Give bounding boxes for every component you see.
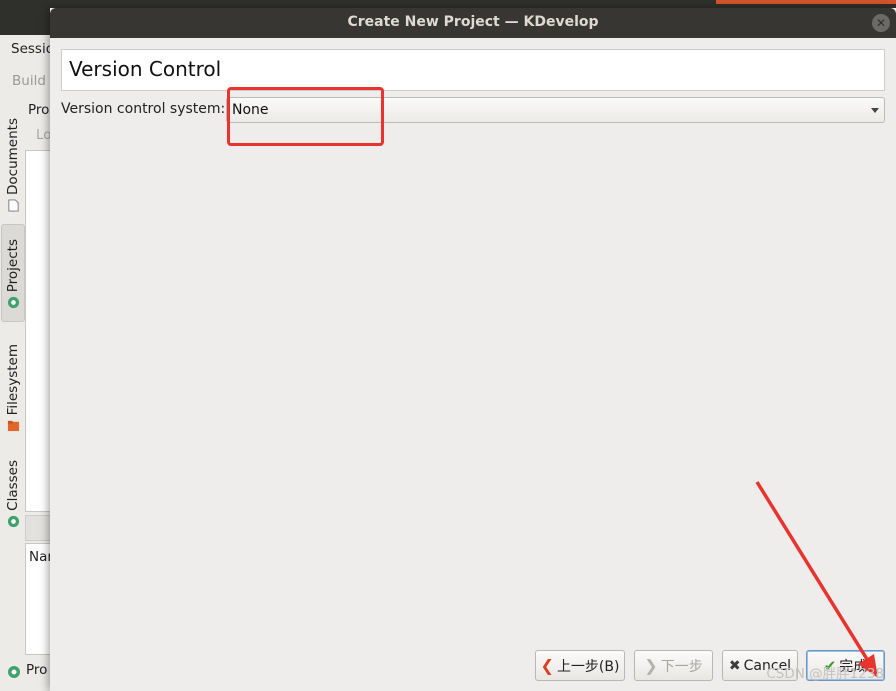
side-tab-filesystem[interactable]: Filesystem [1, 344, 25, 432]
back-button-label: 上一步(B) [556, 658, 620, 675]
titlebar-accent [716, 0, 896, 4]
next-button[interactable]: ❯ 下一步 [634, 650, 713, 681]
side-tab-classes[interactable]: Classes [1, 460, 25, 528]
dialog-title: Create New Project — KDevelop [347, 14, 599, 30]
side-tab-label: Documents [5, 118, 21, 195]
next-button-label: 下一步 [660, 658, 703, 675]
create-project-dialog: Create New Project — KDevelop ✕ Version … [50, 8, 896, 691]
side-tab-label: Classes [5, 460, 21, 511]
chevron-right-icon: ❯ [644, 656, 658, 675]
toolbar-build-button[interactable]: Build [12, 73, 46, 89]
chevron-left-icon: ❮ [540, 656, 554, 675]
highlight-annotation [227, 87, 384, 146]
page-title-box: Version Control [61, 49, 885, 91]
page-title: Version Control [69, 57, 222, 81]
side-tab-projects[interactable]: Projects [1, 224, 25, 322]
folder-icon [7, 421, 19, 432]
cancel-icon: ✖ [728, 657, 741, 674]
classes-icon [7, 515, 19, 527]
close-icon[interactable]: ✕ [872, 14, 890, 32]
side-tab-label: Projects [5, 239, 21, 293]
menu-item-session[interactable]: Sessio [11, 41, 54, 57]
status-label: Pro [26, 662, 48, 678]
document-icon [7, 199, 19, 212]
side-tab-bar: Documents Projects Filesystem Classes [0, 100, 26, 655]
projects-icon [7, 297, 19, 309]
vcs-label: Version control system: [61, 101, 226, 117]
chevron-down-icon [871, 108, 879, 113]
watermark: CSDN @胖胖1238 [766, 666, 884, 682]
side-tab-documents[interactable]: Documents [1, 118, 25, 212]
dialog-titlebar[interactable]: Create New Project — KDevelop ✕ [50, 8, 896, 38]
back-button[interactable]: ❮ 上一步(B) [535, 650, 625, 681]
panel-header: Pro [28, 102, 50, 118]
side-tab-label: Filesystem [5, 344, 21, 416]
projects-icon [8, 666, 20, 678]
